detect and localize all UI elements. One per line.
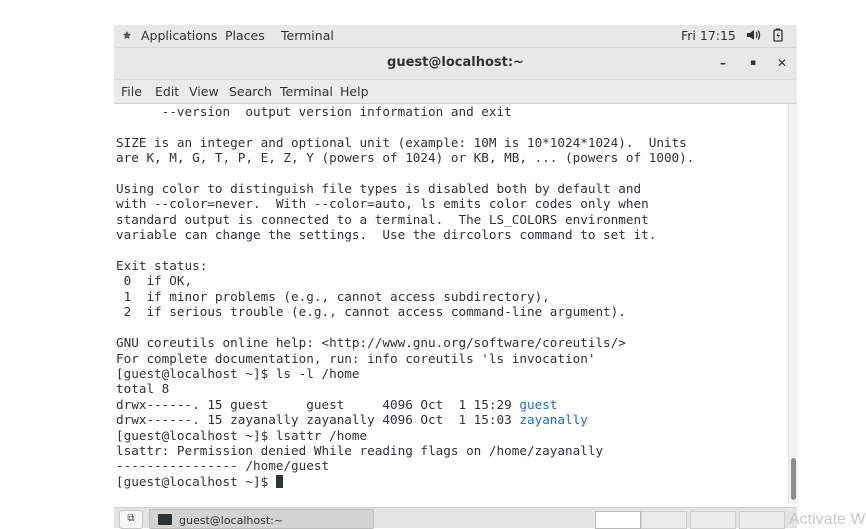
- terminal-line: [guest@localhost ~]$ lsattr /home: [116, 427, 368, 443]
- terminal-line: 0 if OK,: [116, 273, 193, 289]
- terminal-output[interactable]: --version output version information and…: [114, 104, 788, 504]
- taskbar-terminal-task[interactable]: guest@localhost:~: [149, 509, 374, 529]
- terminal-app-menu[interactable]: Terminal: [281, 28, 334, 43]
- close-button[interactable]: ✕: [772, 53, 792, 73]
- battery-icon[interactable]: [770, 27, 786, 43]
- workspace-2[interactable]: [641, 511, 687, 529]
- activate-windows-watermark: Activate W: [789, 511, 866, 528]
- terminal-line: are K, M, G, T, P, E, Z, Y (powers of 10…: [116, 150, 695, 166]
- terminal-line: [guest@localhost ~]$: [116, 473, 276, 489]
- terminal-line: standard output is connected to a termin…: [116, 211, 649, 227]
- maximize-button[interactable]: ▪: [743, 53, 763, 73]
- terminal-line: lsattr: Permission denied While reading …: [116, 442, 604, 458]
- show-desktop-button[interactable]: ⧉: [119, 510, 143, 529]
- applications-menu[interactable]: Applications: [141, 28, 217, 43]
- workspace-4[interactable]: [739, 511, 785, 529]
- terminal-line: drwx------. 15 zayanally zayanally 4096 …: [116, 412, 520, 428]
- workspace-3[interactable]: [690, 511, 736, 529]
- menu-terminal[interactable]: Terminal: [280, 84, 333, 99]
- directory-name: guest: [519, 396, 558, 412]
- directory-name: zayanally: [519, 412, 588, 428]
- clock[interactable]: Fri 17:15: [681, 28, 736, 43]
- menu-search[interactable]: Search: [229, 84, 272, 99]
- terminal-line: Exit status:: [116, 258, 208, 274]
- terminal-line: 2 if serious trouble (e.g., cannot acces…: [116, 304, 626, 320]
- minimize-button[interactable]: –: [713, 53, 733, 73]
- menu-file[interactable]: File: [121, 84, 142, 99]
- terminal-line: ---------------- /home/guest: [116, 458, 330, 474]
- terminal-line: [guest@localhost ~]$ ls -l /home: [116, 365, 360, 381]
- terminal-line: drwx------. 15 guest guest 4096 Oct 1 15…: [116, 396, 520, 412]
- terminal-line: Using color to distinguish file types is…: [116, 181, 642, 197]
- terminal-line: For complete documentation, run: info co…: [116, 350, 596, 366]
- top-panel: Applications Places Terminal Fri 17:15: [114, 25, 797, 48]
- terminal-line: 1 if minor problems (e.g., cannot access…: [116, 288, 550, 304]
- terminal-line: total 8: [116, 381, 170, 397]
- menu-help[interactable]: Help: [340, 84, 369, 99]
- terminal-line: SIZE is an integer and optional unit (ex…: [116, 134, 687, 150]
- terminal-line: variable can change the settings. Use th…: [116, 227, 657, 243]
- window-titlebar[interactable]: guest@localhost:~ – ▪ ✕: [114, 48, 797, 80]
- workspace-1[interactable]: [595, 511, 641, 529]
- terminal-icon: [158, 514, 172, 525]
- terminal-line: GNU coreutils online help: <http://www.g…: [116, 335, 626, 351]
- menu-view[interactable]: View: [189, 84, 219, 99]
- window-title: guest@localhost:~: [387, 55, 524, 70]
- terminal-scrollbar[interactable]: [788, 104, 798, 504]
- terminal-line: with --color=never. With --color=auto, l…: [116, 196, 649, 212]
- menu-edit[interactable]: Edit: [155, 84, 179, 99]
- task-label: guest@localhost:~: [179, 514, 284, 527]
- terminal-cursor: [275, 474, 283, 488]
- volume-icon[interactable]: [745, 27, 761, 43]
- terminal-text: --version output version information and…: [114, 104, 788, 489]
- terminal-menubar: File Edit View Search Terminal Help: [114, 80, 797, 104]
- applications-icon[interactable]: [121, 30, 133, 42]
- scrollbar-thumb[interactable]: [791, 458, 796, 500]
- terminal-line: --version output version information and…: [116, 104, 512, 119]
- places-menu[interactable]: Places: [225, 28, 265, 43]
